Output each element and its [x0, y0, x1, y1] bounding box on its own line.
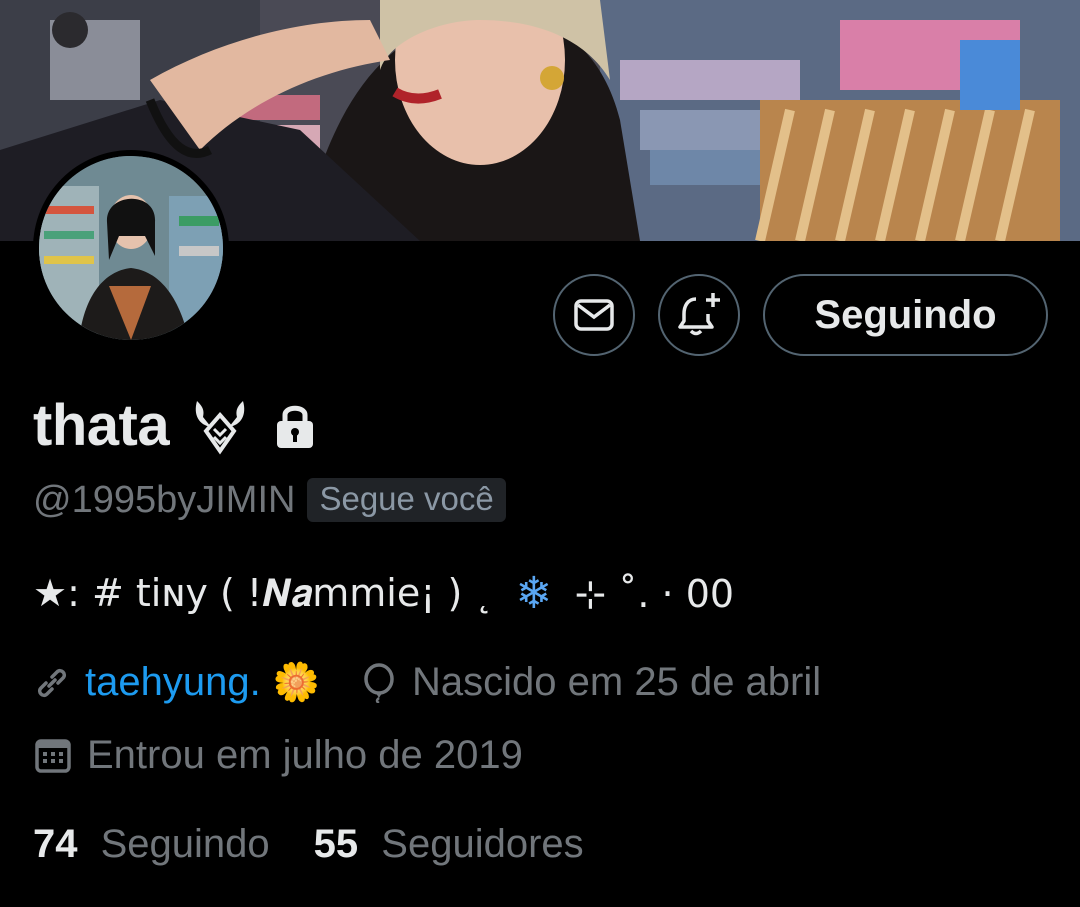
message-button[interactable]: [553, 274, 635, 356]
lock-icon: [277, 405, 314, 448]
profile-bio: ★: # tiɴy ( !𝑵𝒂mmie¡ ) ˛ ❄ ⊹ ˚. · 00: [33, 568, 734, 619]
birthday-text: Nascido em 25 de abril: [412, 660, 822, 704]
bio-text: ★: # tiɴy ( !𝑵𝒂mmie¡ ) ˛: [33, 571, 506, 615]
profile-meta-row-2: Entrou em julho de 2019: [33, 733, 563, 778]
follows-you-badge: Segue você: [307, 478, 506, 522]
following-button-label: Seguindo: [814, 292, 997, 337]
followers-label: Seguidores: [381, 822, 584, 866]
mail-icon: [574, 299, 614, 331]
calendar-icon: [35, 738, 71, 773]
following-button[interactable]: Seguindo: [763, 274, 1048, 356]
notifications-button[interactable]: [658, 274, 740, 356]
emblem-icon: [195, 400, 245, 454]
joined-info: Entrou em julho de 2019: [33, 733, 523, 778]
link-icon: [37, 668, 67, 697]
bio-text-end: ⊹ ˚. · 00: [562, 571, 735, 616]
handle-row: @1995byJIMIN Segue você: [33, 478, 506, 522]
birthday-info: Nascido em 25 de abril: [360, 660, 821, 705]
display-name: thata: [33, 393, 170, 458]
website-link[interactable]: taehyung. 🌼: [33, 660, 320, 705]
following-stat[interactable]: 74 Seguindo: [33, 822, 270, 867]
profile-name-row: thata: [33, 392, 321, 459]
followers-stat[interactable]: 55 Seguidores: [314, 822, 584, 867]
snowflake-emoji: ❄: [515, 568, 553, 619]
joined-text: Entrou em julho de 2019: [87, 733, 523, 777]
balloon-icon: [364, 662, 394, 703]
flower-emoji: 🌼: [272, 661, 321, 704]
website-link-text[interactable]: taehyung.: [85, 660, 261, 705]
follow-stats: 74 Seguindo 55 Seguidores: [33, 822, 628, 867]
following-label: Seguindo: [100, 822, 270, 866]
followers-count: 55: [313, 822, 359, 866]
profile-meta-row-1: taehyung. 🌼 Nascido em 25 de abril: [33, 660, 861, 705]
notification-bell-plus-icon: [678, 293, 720, 336]
username-handle: @1995byJIMIN: [33, 478, 296, 521]
avatar-photo: [39, 156, 223, 340]
following-count: 74: [33, 822, 78, 866]
profile-avatar[interactable]: [33, 150, 229, 346]
